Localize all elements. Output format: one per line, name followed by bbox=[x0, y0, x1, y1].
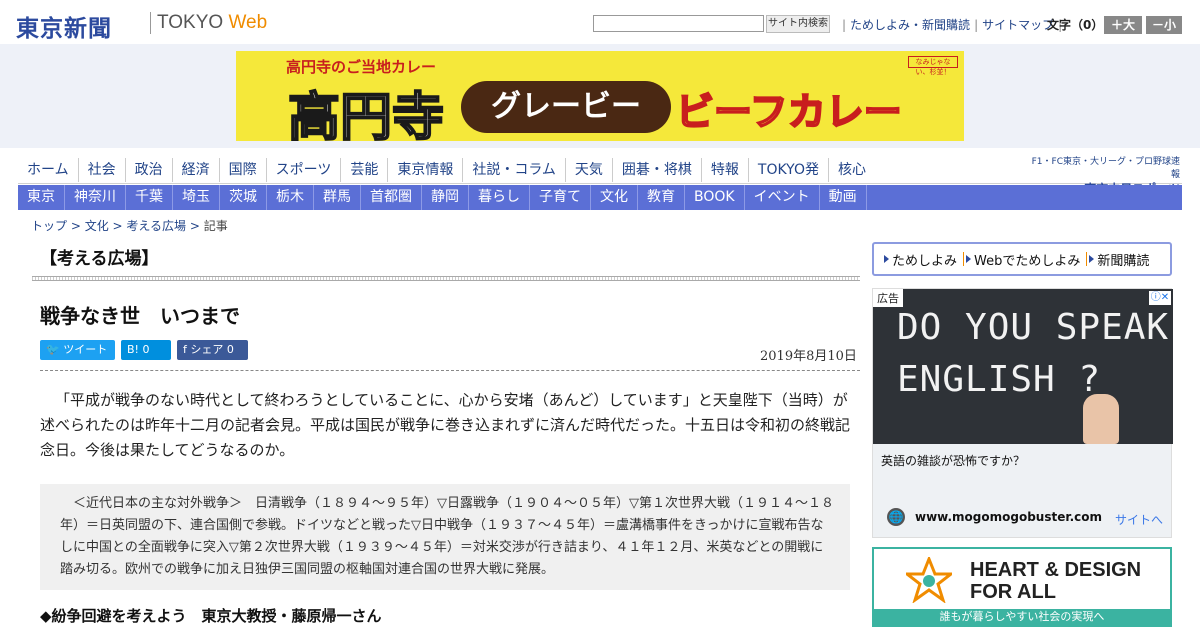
nav-item-politics[interactable]: 政治 bbox=[126, 158, 173, 182]
logo-web-text: Web bbox=[228, 12, 268, 33]
ad2-line1: HEART & DESIGN bbox=[970, 559, 1142, 581]
facebook-share-button[interactable]: f シェア 0 bbox=[177, 340, 248, 360]
curry-banner-ad[interactable]: 高円寺のご当地カレー 高円寺 グレービー ビーフカレー なみじゃない、杉並！ bbox=[236, 51, 964, 141]
chalk-line-2: ENGLISH ? bbox=[897, 359, 1102, 400]
subscription-links: ためしよみ Webでためしよみ 新聞購読 bbox=[872, 242, 1172, 276]
subnav-item-kosodate[interactable]: 子育て bbox=[530, 185, 591, 210]
banner-badge: なみじゃない、杉並！ bbox=[908, 56, 958, 76]
subnav-item-tochigi[interactable]: 栃木 bbox=[267, 185, 314, 210]
breadcrumb-kangaeru[interactable]: 考える広場 bbox=[126, 219, 186, 233]
subnav-item-chiba[interactable]: 千葉 bbox=[126, 185, 173, 210]
nav-item-economy[interactable]: 経済 bbox=[173, 158, 220, 182]
article-note-box: ＜近代日本の主な対外戦争＞ 日清戦争（１８９４～９５年）▽日露戦争（１９０４～０… bbox=[40, 484, 850, 590]
font-smaller-button[interactable]: －小 bbox=[1146, 16, 1182, 34]
ad-url: www.mogomogobuster.com bbox=[915, 510, 1102, 524]
ad2-headline: HEART & DESIGN FOR ALL bbox=[970, 559, 1141, 603]
nav-item-sports[interactable]: スポーツ bbox=[267, 158, 342, 182]
nav-item-tokyo-info[interactable]: 東京情報 bbox=[388, 158, 464, 182]
nav-item-society[interactable]: 社会 bbox=[79, 158, 126, 182]
nav-item-kakushin[interactable]: 核心 bbox=[829, 158, 875, 182]
nav-item-tokyo-hatsu[interactable]: TOKYO発 bbox=[749, 158, 829, 182]
header: 東京新聞 TOKYO Web サイト内検索 | ためしよみ・新聞購読 | サイトマップ… bbox=[0, 0, 1200, 44]
nav-item-tokuho[interactable]: 特報 bbox=[702, 158, 749, 182]
subnav-item-event[interactable]: イベント bbox=[745, 185, 820, 210]
chalk-line-1: DO YOU SPEAK bbox=[897, 307, 1170, 348]
tokyo-web-logo[interactable]: TOKYO Web bbox=[157, 12, 267, 34]
tweet-label: ツイート bbox=[63, 343, 108, 356]
tweet-button[interactable]: 🐦 ツイート bbox=[40, 340, 115, 360]
nav-divider bbox=[18, 183, 1182, 184]
facebook-share-label: シェア 0 bbox=[190, 343, 234, 356]
web-trial-link[interactable]: Webでためしよみ bbox=[964, 250, 1086, 269]
subscribe-link[interactable]: 新聞購読 bbox=[1087, 250, 1155, 269]
hand-image bbox=[1083, 394, 1119, 444]
nav-item-entertainment[interactable]: 芸能 bbox=[341, 158, 389, 182]
subnav-item-ibaraki[interactable]: 茨城 bbox=[220, 185, 267, 210]
ad-site-link[interactable]: サイトへ bbox=[1115, 511, 1163, 528]
article-subhead: ◆紛争回避を考えよう 東京大教授・藤原帰一さん bbox=[40, 607, 382, 625]
ad2-line2: FOR ALL bbox=[970, 581, 1056, 603]
section-title: 【考える広場】 bbox=[40, 249, 159, 269]
hatena-bookmark-button[interactable]: B! 0 bbox=[121, 340, 171, 360]
subnav-item-tokyo[interactable]: 東京 bbox=[18, 185, 65, 210]
subnav-item-book[interactable]: BOOK bbox=[685, 185, 745, 210]
globe-icon: 🌐 bbox=[887, 508, 905, 526]
breadcrumb-current: 記事 bbox=[203, 219, 228, 233]
nav-item-international[interactable]: 国際 bbox=[220, 158, 267, 182]
banner-big-text: 高円寺 bbox=[287, 87, 445, 141]
article-date: 2019年8月10日 bbox=[760, 349, 857, 364]
trial-link[interactable]: ためしよみ bbox=[882, 250, 963, 269]
heart-design-ad[interactable]: HEART & DESIGN FOR ALL 誰もが暮らしやすい社会の実現へ bbox=[872, 547, 1172, 627]
ad-text: 英語の雑談が恐怖ですか？ bbox=[881, 454, 1026, 468]
site-logo[interactable]: 東京新聞 bbox=[16, 9, 112, 43]
nav-item-weather[interactable]: 天気 bbox=[566, 158, 613, 182]
ad-info-icon[interactable]: ⓘ✕ bbox=[1149, 291, 1171, 305]
subnav-item-gunma[interactable]: 群馬 bbox=[314, 185, 361, 210]
nav-item-editorial[interactable]: 社説・コラム bbox=[463, 158, 566, 182]
link-divider: | bbox=[974, 18, 979, 32]
breadcrumb: トップ > 文化 > 考える広場 > 記事 bbox=[31, 219, 228, 233]
facebook-icon: f bbox=[183, 343, 187, 356]
star-logo-icon bbox=[906, 557, 952, 603]
top-links: | ためしよみ・新聞購読 | サイトマップ | bbox=[838, 16, 1066, 33]
subnav-item-shutoken[interactable]: 首都圏 bbox=[361, 185, 422, 210]
banner-area: 高円寺のご当地カレー 高円寺 グレービー ビーフカレー なみじゃない、杉並！ bbox=[0, 44, 1200, 148]
subnav-item-shizuoka[interactable]: 静岡 bbox=[422, 185, 469, 210]
ad-label: 広告 bbox=[873, 289, 903, 307]
search-input[interactable] bbox=[593, 15, 764, 32]
link-divider: | bbox=[842, 18, 847, 32]
trial-subscribe-link[interactable]: ためしよみ・新聞購読 bbox=[850, 18, 970, 32]
nav-item-go-shogi[interactable]: 囲碁・将棋 bbox=[613, 158, 702, 182]
font-size-label: 文字（0） bbox=[1047, 18, 1104, 32]
english-ad[interactable]: DO YOU SPEAK ENGLISH ? 広告 ⓘ✕ 英語の雑談が恐怖ですか… bbox=[872, 288, 1173, 538]
banner-red-text: ビーフカレー bbox=[675, 89, 903, 135]
banner-top-text: 高円寺のご当地カレー bbox=[286, 58, 437, 76]
subnav-item-kurashi[interactable]: 暮らし bbox=[469, 185, 530, 210]
main-nav: ホーム 社会 政治 経済 国際 スポーツ 芸能 東京情報 社説・コラム 天気 囲… bbox=[18, 158, 875, 182]
site-search-button[interactable]: サイト内検索 bbox=[766, 15, 830, 33]
article-headline: 戦争なき世 いつまで bbox=[40, 304, 240, 328]
article-lead: 「平成が戦争のない時代として終わろうとしていることに、心から安堵（あんど）してい… bbox=[40, 391, 851, 459]
subnav-item-kyoiku[interactable]: 教育 bbox=[638, 185, 685, 210]
chunichi-subtitle: F1・FC東京・大リーグ・プロ野球速報 bbox=[1031, 157, 1180, 180]
chalkboard-image: DO YOU SPEAK ENGLISH ? 広告 ⓘ✕ bbox=[873, 289, 1173, 444]
subnav-item-kanagawa[interactable]: 神奈川 bbox=[65, 185, 126, 210]
subnav-item-bunka[interactable]: 文化 bbox=[591, 185, 638, 210]
banner-pill-text: グレービー bbox=[461, 81, 671, 133]
section-rule bbox=[32, 276, 860, 281]
sitemap-link[interactable]: サイトマップ bbox=[982, 18, 1054, 32]
subnav-item-saitama[interactable]: 埼玉 bbox=[173, 185, 220, 210]
dashed-divider bbox=[40, 370, 860, 371]
sub-nav: 東京 神奈川 千葉 埼玉 茨城 栃木 群馬 首都圏 静岡 暮らし 子育て 文化 … bbox=[18, 185, 1182, 210]
ad2-bar-text: 誰もが暮らしやすい社会の実現へ bbox=[874, 609, 1170, 625]
breadcrumb-top[interactable]: トップ bbox=[31, 219, 67, 233]
breadcrumb-culture[interactable]: 文化 bbox=[85, 219, 109, 233]
subnav-item-video[interactable]: 動画 bbox=[820, 185, 867, 210]
logo-tokyo-text: TOKYO bbox=[157, 12, 224, 33]
font-bigger-button[interactable]: ＋大 bbox=[1104, 16, 1142, 34]
nav-item-home[interactable]: ホーム bbox=[18, 158, 79, 182]
twitter-icon: 🐦 bbox=[46, 343, 60, 356]
logo-divider bbox=[150, 12, 151, 34]
